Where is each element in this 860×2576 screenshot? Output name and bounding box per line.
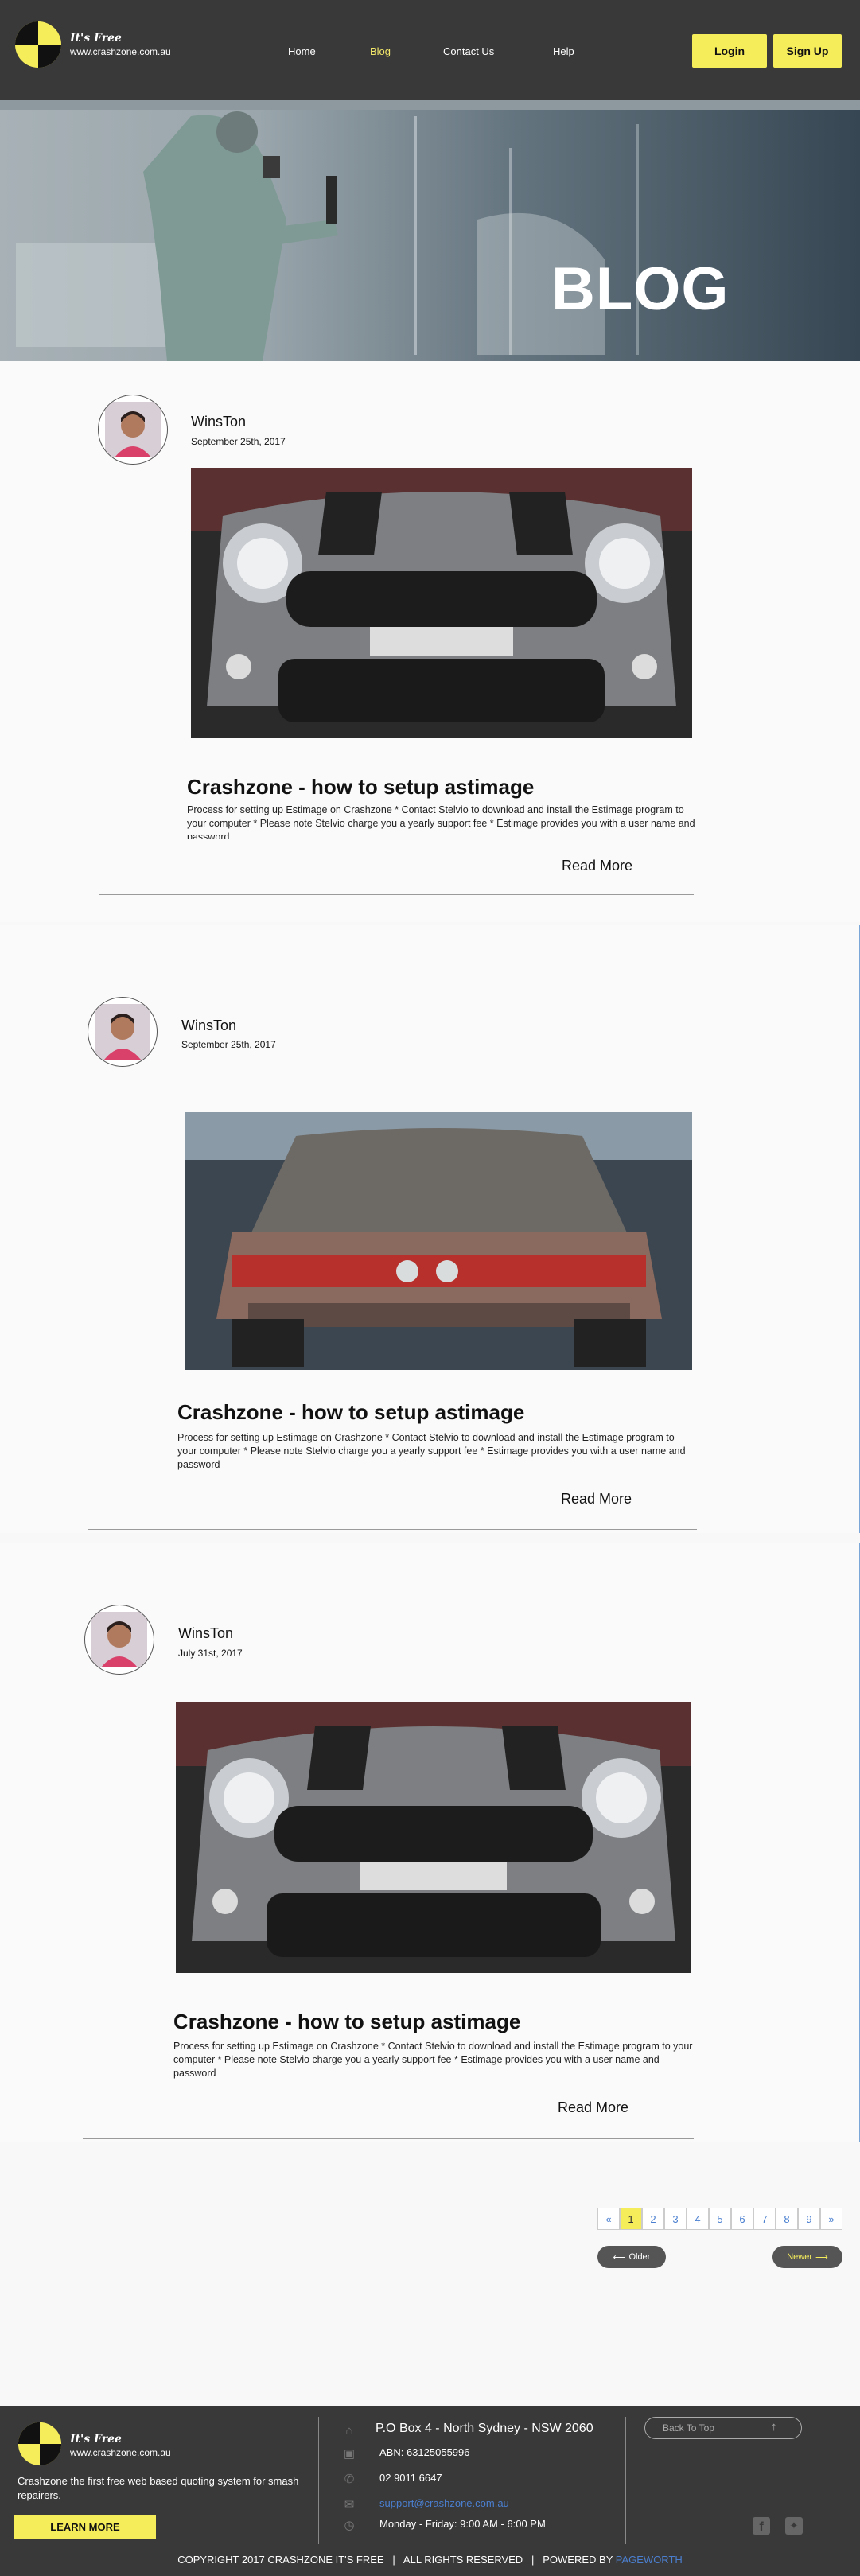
post-title[interactable]: Crashzone - how to setup astimage [173,2010,520,2034]
nav-blog[interactable]: Blog [370,45,391,57]
post-image[interactable] [185,1112,692,1370]
post-image[interactable] [176,1702,691,1973]
page-next[interactable]: » [820,2208,842,2230]
blog-post-2: WinsTon September 25th, 2017 Crashzone -… [0,925,860,1533]
footer-hours: Monday - Friday: 9:00 AM - 6:00 PM [379,2518,546,2530]
page-1[interactable]: 1 [620,2208,642,2230]
read-more-link[interactable]: Read More [562,858,632,874]
footer-divider [625,2417,626,2544]
nav-help[interactable]: Help [553,45,574,57]
author-name[interactable]: WinsTon [181,1018,236,1034]
page-prev[interactable]: « [597,2208,620,2230]
author-avatar[interactable] [88,997,158,1067]
post-divider [99,894,694,895]
newer-button[interactable]: Newer ⟶ [772,2246,842,2268]
login-button[interactable]: Login [692,34,767,68]
author-avatar[interactable] [84,1605,154,1675]
post-image[interactable] [191,468,692,738]
read-more-link[interactable]: Read More [561,1491,632,1508]
hero-title: BLOG [551,255,730,323]
blog-post-3: WinsTon July 31st, 2017 Crashzone - how … [0,1543,860,2142]
page-3[interactable]: 3 [664,2208,687,2230]
phone-icon: ✆ [344,2473,355,2486]
signup-button[interactable]: Sign Up [773,34,842,68]
mini-cooper-photo [176,1702,691,1973]
twitter-icon[interactable]: ✦ [785,2517,803,2535]
page-2[interactable]: 2 [642,2208,664,2230]
facebook-icon[interactable]: f [753,2517,770,2535]
logo-tagline: It's Free [70,32,122,45]
older-label: Older [628,2252,651,2262]
page-7[interactable]: 7 [753,2208,776,2230]
logo-url: www.crashzone.com.au [70,46,171,57]
site-header: It's Free www.crashzone.com.au Home Blog… [0,0,860,100]
avatar-photo [105,402,161,457]
post-date: July 31st, 2017 [178,1648,243,1659]
arrow-right-icon: ⟶ [815,2252,828,2263]
author-avatar[interactable] [98,395,168,465]
hero-banner: BLOG [0,100,860,361]
footer-logo-tagline: It's Free [70,2433,122,2446]
crashzone-logo[interactable] [14,21,62,68]
post-title[interactable]: Crashzone - how to setup astimage [177,1400,524,1425]
avatar-photo [91,1612,147,1667]
post-divider [88,1529,697,1530]
author-name[interactable]: WinsTon [191,414,246,430]
home-icon: ⌂ [345,2423,353,2438]
avatar-photo [95,1004,150,1060]
footer-email[interactable]: support@crashzone.com.au [379,2497,509,2509]
footer-powered-by[interactable]: PAGEWORTH [616,2554,683,2566]
nav-home[interactable]: Home [288,45,316,57]
page-8[interactable]: 8 [776,2208,798,2230]
post-excerpt: Process for setting up Estimage on Crash… [173,2041,693,2079]
page-6[interactable]: 6 [731,2208,753,2230]
read-more-link[interactable]: Read More [558,2099,628,2116]
page-9[interactable]: 9 [798,2208,820,2230]
footer-divider [318,2417,319,2544]
id-card-icon: ▣ [343,2447,356,2461]
clock-icon: ◷ [344,2519,355,2532]
learn-more-button[interactable]: LEARN MORE [14,2515,156,2539]
post-excerpt: Process for setting up Estimage on Crash… [187,804,695,839]
envelope-icon: ✉ [344,2498,355,2512]
rusty-car-photo [185,1112,692,1370]
arrow-left-icon: ⟵ [613,2252,626,2263]
post-title[interactable]: Crashzone - how to setup astimage [187,775,534,800]
footer-logo[interactable] [18,2422,62,2466]
mini-cooper-photo [191,468,692,738]
footer-abn: ABN: 63125055996 [379,2446,470,2458]
page-5[interactable]: 5 [709,2208,731,2230]
older-button[interactable]: ⟵ Older [597,2246,666,2268]
post-divider [83,2138,694,2139]
post-excerpt: Process for setting up Estimage on Crash… [177,1432,686,1470]
footer-copyright-row: COPYRIGHT 2017 CRASHZONE IT'S FREE | ALL… [0,2554,860,2566]
back-to-top-button[interactable]: Back To Top ↑ [644,2417,802,2439]
post-date: September 25th, 2017 [181,1039,276,1050]
footer-copyright: COPYRIGHT 2017 CRASHZONE IT'S FREE | ALL… [177,2554,613,2566]
spray-painter-image [0,100,860,361]
author-name[interactable]: WinsTon [178,1625,233,1642]
arrow-up-icon: ↑ [771,2420,777,2434]
footer-tagline: Crashzone the first free web based quoti… [18,2475,299,2501]
post-date: September 25th, 2017 [191,436,286,447]
nav-contact-us[interactable]: Contact Us [443,45,494,57]
footer-logo-url: www.crashzone.com.au [70,2447,171,2458]
footer-address: P.O Box 4 - North Sydney - NSW 2060 [376,2422,593,2435]
newer-label: Newer [787,2252,812,2262]
back-to-top-label: Back To Top [663,2422,714,2434]
site-footer: It's Free www.crashzone.com.au Crashzone… [0,2406,860,2576]
page-4[interactable]: 4 [687,2208,709,2230]
blog-post-1: WinsTon September 25th, 2017 Crashzone -… [0,361,860,922]
footer-phone: 02 9011 6647 [379,2472,442,2484]
